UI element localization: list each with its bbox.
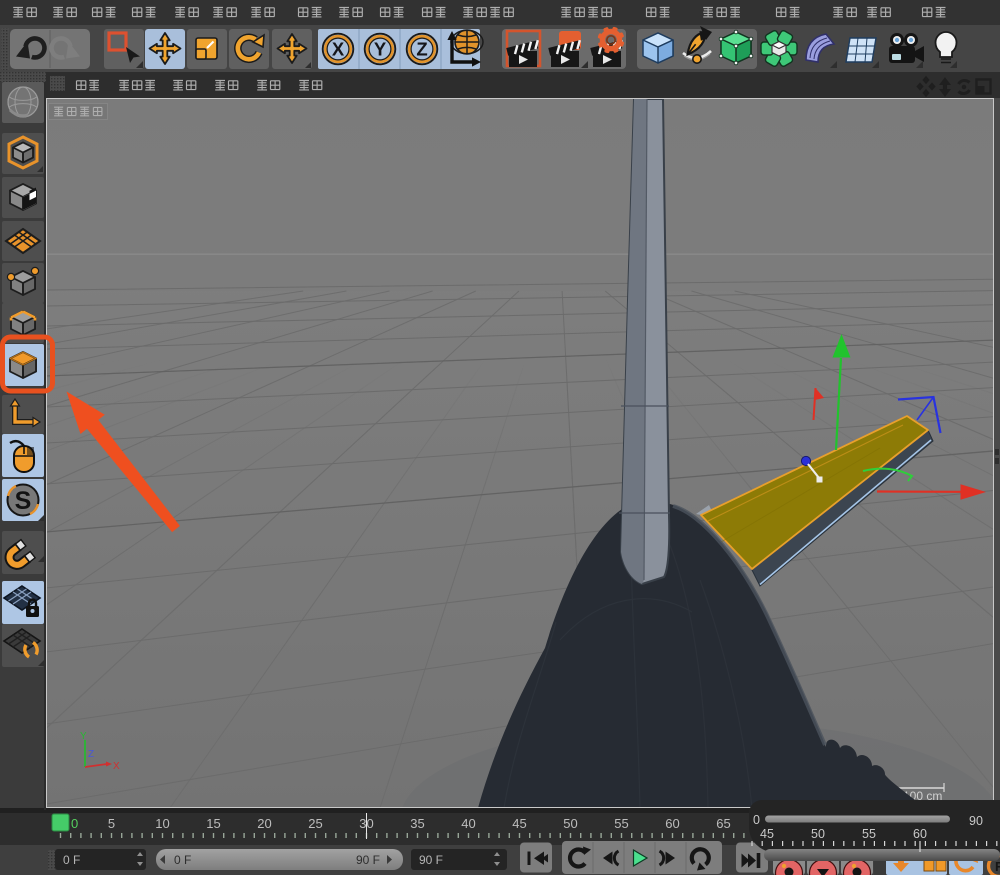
svg-text:90: 90 <box>969 814 983 828</box>
svg-text:60: 60 <box>913 827 927 841</box>
svg-text:0 F: 0 F <box>174 853 191 867</box>
svg-text:45: 45 <box>760 827 774 841</box>
svg-text:50: 50 <box>811 827 825 841</box>
svg-text:0: 0 <box>753 813 760 827</box>
svg-text:Z: Z <box>88 749 94 760</box>
svg-text:S: S <box>15 487 32 515</box>
svg-text:65: 65 <box>716 816 730 831</box>
svg-text:35: 35 <box>410 816 424 831</box>
svg-text:20: 20 <box>257 816 271 831</box>
svg-text:55: 55 <box>614 816 628 831</box>
svg-text:40: 40 <box>461 816 475 831</box>
svg-text:10: 10 <box>155 816 169 831</box>
svg-text:F: F <box>995 859 1000 874</box>
svg-text:0 F: 0 F <box>63 853 80 867</box>
svg-text:5: 5 <box>108 816 115 831</box>
svg-text:Z: Z <box>416 39 427 60</box>
svg-text:90 F: 90 F <box>419 853 443 867</box>
svg-text:X: X <box>113 761 120 772</box>
svg-text:Y: Y <box>374 39 387 60</box>
svg-text:Y: Y <box>80 731 87 742</box>
svg-text:60: 60 <box>665 816 679 831</box>
svg-text:0: 0 <box>71 816 78 831</box>
svg-text:45: 45 <box>512 816 526 831</box>
svg-text:90 F: 90 F <box>356 853 380 867</box>
svg-text:X: X <box>332 39 345 60</box>
svg-text:25: 25 <box>308 816 322 831</box>
svg-text:55: 55 <box>862 827 876 841</box>
svg-text:50: 50 <box>563 816 577 831</box>
svg-text:15: 15 <box>206 816 220 831</box>
